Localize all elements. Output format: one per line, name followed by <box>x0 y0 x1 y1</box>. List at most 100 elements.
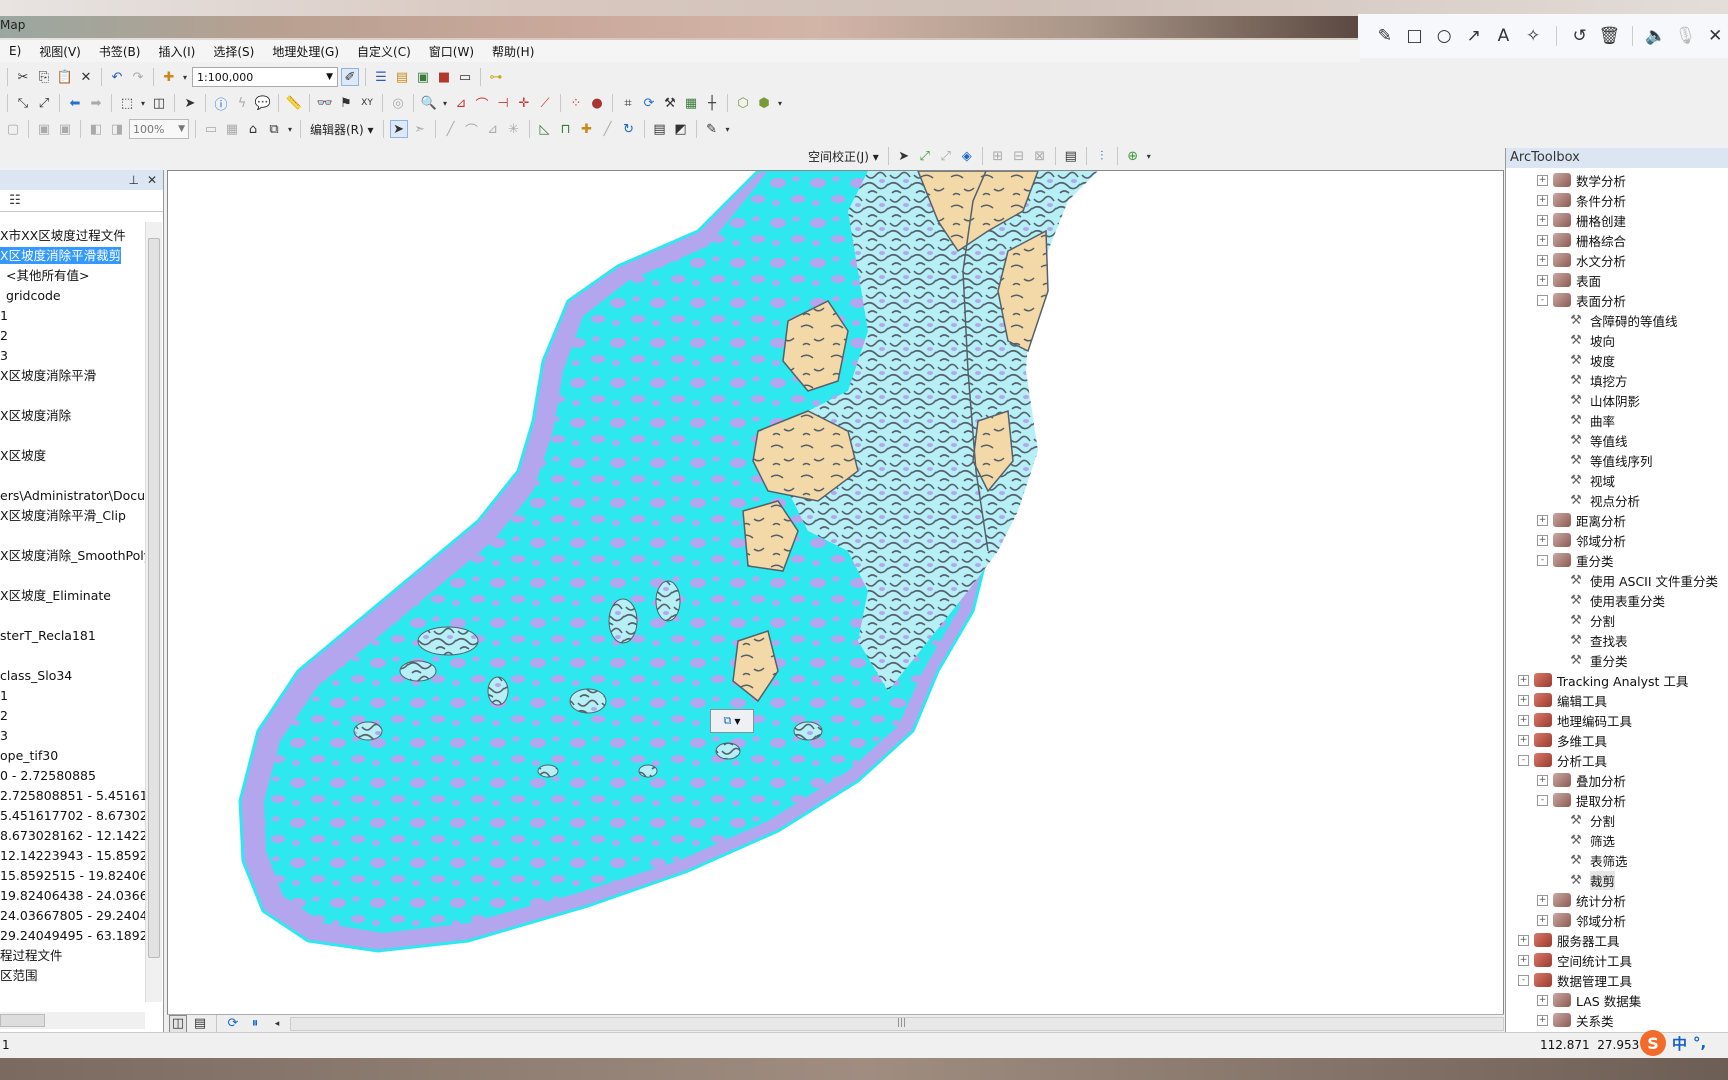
expand-icon[interactable]: + <box>1518 694 1529 706</box>
expand-icon[interactable]: + <box>1537 914 1548 926</box>
spatial-adjustment-menu[interactable]: 空间校正(J) ▾ <box>805 148 882 165</box>
data-driven-pages-icon[interactable]: ⧉ <box>265 120 283 138</box>
toolbox-toolset-item[interactable]: + 叠加分析 <box>1506 770 1728 790</box>
toggle-draft-icon[interactable]: ▭ <box>202 120 220 138</box>
toolbox-item[interactable]: - 分析工具 <box>1506 750 1728 770</box>
toc-layer-item[interactable]: class_Slo34 <box>0 666 145 686</box>
map-view[interactable]: ⧉ ▼ <box>167 169 1504 1032</box>
georeference-floating-toolbar[interactable]: ⧉ ▼ <box>710 709 754 733</box>
menu-help[interactable]: 帮助(H) <box>483 43 543 60</box>
ime-language[interactable]: 中 <box>1672 1033 1687 1054</box>
select-elements-icon[interactable]: ➤ <box>895 147 913 165</box>
toolbox-toolset-item[interactable]: + 邻域分析 <box>1506 530 1728 550</box>
toc-layer-item[interactable]: 程过程文件 <box>0 946 145 966</box>
toolbox-toolset-item[interactable]: + 统计分析 <box>1506 890 1728 910</box>
back-extent-icon[interactable]: ⬅ <box>66 94 84 112</box>
layout-view-icon[interactable]: ▤ <box>191 1015 209 1033</box>
trash-icon[interactable]: 🗑 <box>1597 22 1623 50</box>
expand-icon[interactable]: + <box>1537 994 1548 1006</box>
expand-icon[interactable]: + <box>1537 254 1548 266</box>
find-icon[interactable]: 👓 <box>316 94 334 112</box>
toc-layer-item[interactable]: X区坡度 <box>0 446 145 466</box>
toc-horizontal-scrollbar[interactable] <box>0 1012 145 1029</box>
advanced-edit-icon[interactable]: ⚒ <box>661 94 679 112</box>
toc-layer-item[interactable]: sterT_Recla181 <box>0 626 145 646</box>
toolbox-toolset-item[interactable]: + 水文分析 <box>1506 250 1728 270</box>
editor-menu[interactable]: 编辑器(R) ▾ <box>307 121 377 138</box>
clear-selection-icon[interactable]: ◫ <box>150 94 168 112</box>
expand-icon[interactable]: + <box>1537 174 1548 186</box>
multiple-displacement-links-icon[interactable]: ◈ <box>958 147 976 165</box>
toc-layer-item[interactable]: 12.14223943 - 15.859251 <box>0 846 145 866</box>
toolbox-toolset-item[interactable]: + 邻域分析 <box>1506 910 1728 930</box>
expand-icon[interactable]: + <box>1518 954 1529 966</box>
arctoolbox-icon[interactable]: ■ <box>435 68 453 86</box>
scroll-thumb[interactable] <box>0 1014 45 1027</box>
fixed-zoom-in-layout-icon[interactable]: ▣ <box>35 120 53 138</box>
arrow-icon[interactable]: ↗ <box>1461 22 1487 50</box>
toc-layer-item[interactable]: 5.451617702 - 8.6730281 <box>0 806 145 826</box>
model-builder-icon[interactable]: ⊶ <box>487 68 505 86</box>
toc-layer-item[interactable]: X市XX区坡度过程文件 <box>0 226 145 246</box>
cut-icon[interactable]: ✂ <box>14 68 32 86</box>
layout-icon[interactable]: ⬡ <box>734 94 752 112</box>
back-layout-icon[interactable]: ◧ <box>87 120 105 138</box>
toc-layer-item[interactable]: 0 - 2.72580885 <box>0 766 145 786</box>
collapse-icon[interactable]: - <box>1518 974 1529 986</box>
toc-layer-item[interactable]: 15.8592515 - 19.8240643 <box>0 866 145 886</box>
toolbox-toolset-item[interactable]: + 距离分析 <box>1506 510 1728 530</box>
edit-annotation-icon[interactable]: ➣ <box>411 120 429 138</box>
toolbox-toolset-item[interactable]: + 关系类 <box>1506 1010 1728 1030</box>
new-identity-link-icon[interactable]: ⊞ <box>989 147 1007 165</box>
globe-icon[interactable]: ● <box>588 94 606 112</box>
toc-layer-item[interactable]: 2.725808851 - 5.4516177 <box>0 786 145 806</box>
toolbox-toolset-item[interactable]: - 重分类 <box>1506 550 1728 570</box>
change-layout-icon[interactable]: ⌂ <box>244 120 262 138</box>
menu-windows[interactable]: 窗口(W) <box>420 43 483 60</box>
toc-layer-item[interactable] <box>0 466 145 486</box>
fixed-zoom-out-layout-icon[interactable]: ▣ <box>56 120 74 138</box>
edit-vertices-icon[interactable]: ◺ <box>536 120 554 138</box>
toc-layer-item[interactable]: 2 <box>0 706 145 726</box>
chevron-down-icon[interactable]: ▾ <box>181 68 189 86</box>
collapse-icon[interactable]: - <box>1537 294 1548 306</box>
toolbox-toolset-item[interactable]: + LAS 数据集 <box>1506 990 1728 1010</box>
forward-extent-icon[interactable]: ➡ <box>87 94 105 112</box>
map-scale-dropdown[interactable]: 1:100,000 ▼ <box>192 67 338 87</box>
toolbox-tool-item[interactable]: ⚒ 裁剪 <box>1506 870 1728 890</box>
toolbar-options-icon[interactable]: ▾ <box>1145 147 1153 165</box>
toolbox-tool-item[interactable]: ⚒ 分割 <box>1506 610 1728 630</box>
toolbox-tool-item[interactable]: ⚒ 山体阴影 <box>1506 390 1728 410</box>
add-data-icon[interactable]: ✚ <box>160 68 178 86</box>
construction-icon[interactable]: ⊿ <box>484 120 502 138</box>
toolbox-item[interactable]: + 多维工具 <box>1506 730 1728 750</box>
layout-zoom-dropdown[interactable]: 100% ▼ <box>129 119 189 139</box>
expand-icon[interactable]: + <box>1518 934 1529 946</box>
toolbox-tool-item[interactable]: ⚒ 查找表 <box>1506 630 1728 650</box>
expand-icon[interactable]: + <box>1537 894 1548 906</box>
edit-vertices-icon[interactable]: ⊿ <box>452 94 470 112</box>
rectangle-icon[interactable]: □ <box>1402 22 1428 50</box>
edit-tool-icon[interactable]: ➤ <box>389 120 408 138</box>
toolbar-options-icon[interactable]: ▾ <box>441 94 449 112</box>
toc-layer-item[interactable]: 3 <box>0 346 145 366</box>
catalog-icon[interactable]: ▤ <box>393 68 411 86</box>
edge-match-icon[interactable]: ⫶ <box>1093 147 1111 165</box>
expand-icon[interactable]: + <box>1537 1014 1548 1026</box>
toolbox-toolset-item[interactable]: + 数学分析 <box>1506 170 1728 190</box>
zoom-whole-page-icon[interactable]: ▢ <box>4 120 22 138</box>
generalize-icon[interactable]: ⬢ <box>755 94 773 112</box>
toc-layer-item[interactable]: 1 <box>0 306 145 326</box>
snapping-icon[interactable]: ⁘ <box>567 94 585 112</box>
toc-layer-item[interactable]: X区坡度消除平滑裁剪 <box>0 246 145 266</box>
toolbox-toolset-item[interactable]: - 表面分析 <box>1506 290 1728 310</box>
split-icon[interactable]: ✛ <box>515 94 533 112</box>
toolbox-toolset-item[interactable]: + 条件分析 <box>1506 190 1728 210</box>
toc-layer-item[interactable]: 24.03667805 - 29.240494 <box>0 906 145 926</box>
midpoint-icon[interactable]: ✳ <box>505 120 523 138</box>
scroll-left-icon[interactable]: ◂ <box>268 1015 286 1033</box>
attributes-icon[interactable]: ▤ <box>651 120 669 138</box>
toolbox-item[interactable]: + 编辑工具 <box>1506 690 1728 710</box>
toc-layer-item[interactable] <box>0 526 145 546</box>
fixed-zoom-out-icon[interactable]: ⤢ <box>35 94 53 112</box>
